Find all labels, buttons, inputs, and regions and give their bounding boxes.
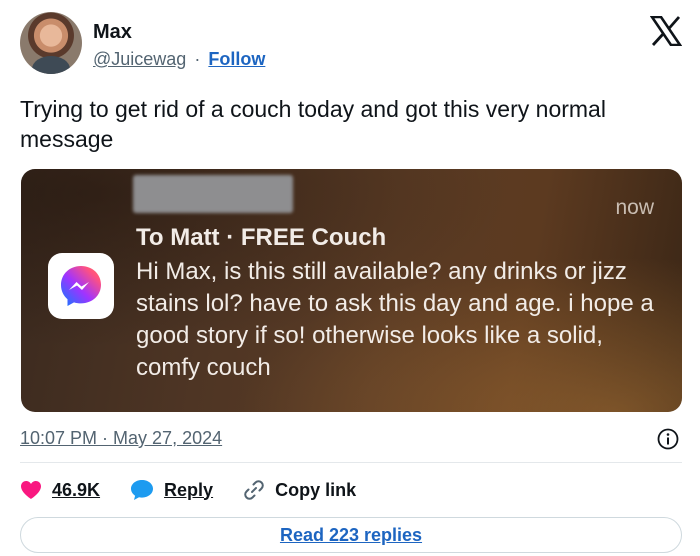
divider [20, 462, 682, 463]
author-handle-row: @Juicewag · Follow [93, 49, 265, 70]
avatar[interactable] [20, 12, 82, 74]
redacted-area [133, 175, 293, 213]
follow-button[interactable]: Follow [208, 49, 265, 69]
read-replies-label: Read 223 replies [279, 524, 423, 545]
notification-title: To Matt · FREE Couch [136, 224, 387, 251]
copy-link-label: Copy link [275, 479, 357, 500]
reply-bubble-icon [131, 480, 154, 500]
tweet-timestamp[interactable]: 10:07 PM · May 27, 2024 [20, 428, 222, 449]
messenger-icon [48, 253, 114, 319]
heart-icon [21, 481, 41, 499]
tweet-media-screenshot[interactable]: now To Matt · FREE Couch Hi Max, is this… [21, 169, 682, 412]
likes-count: 46.9K [52, 479, 101, 500]
reply-button[interactable]: Reply [130, 479, 213, 501]
x-logo-icon[interactable] [650, 16, 682, 46]
read-replies-button[interactable]: Read 223 replies [20, 517, 682, 553]
author-name[interactable]: Max [93, 21, 132, 44]
copy-link-button[interactable]: Copy link [243, 479, 356, 501]
notification-time: now [615, 196, 654, 219]
info-icon[interactable] [657, 428, 679, 450]
action-bar: 46.9K Reply Copy link [20, 476, 386, 504]
separator: · [194, 49, 201, 69]
like-button[interactable]: 46.9K [20, 480, 100, 501]
reply-label: Reply [164, 479, 214, 500]
tweet-text: Trying to get rid of a couch today and g… [20, 96, 606, 152]
link-icon [244, 480, 264, 500]
notification-body: Hi Max, is this still available? any dri… [136, 258, 654, 381]
author-handle[interactable]: @Juicewag [93, 49, 186, 69]
